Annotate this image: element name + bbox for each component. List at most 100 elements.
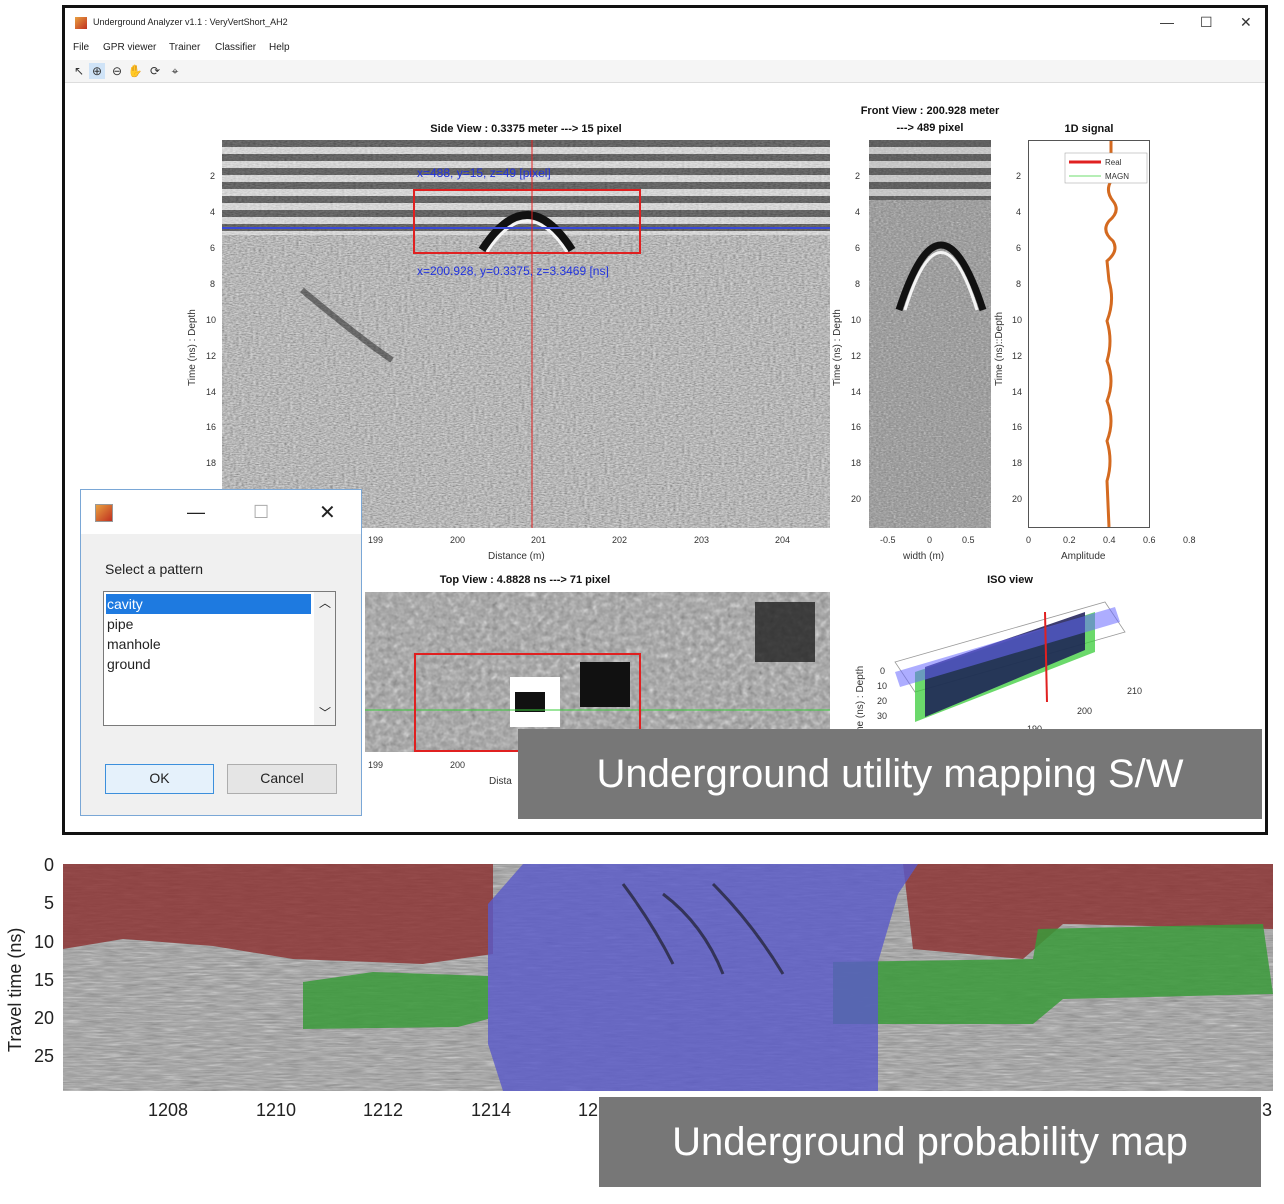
dialog-prompt: Select a pattern — [105, 561, 204, 577]
list-item-manhole[interactable]: manhole — [106, 634, 311, 654]
window-title: Underground Analyzer v1.1 : VeryVertShor… — [93, 17, 288, 27]
list-item-cavity[interactable]: cavity — [106, 594, 311, 614]
side-view-ytick: 18 — [206, 458, 217, 468]
dialog-close-button[interactable]: ✕ — [319, 500, 336, 525]
iso-view-ztick: 20 — [877, 696, 887, 706]
select-pattern-dialog: — ☐ ✕ Select a pattern cavity pipe manho… — [80, 489, 362, 816]
signal-xtick: 0.4 — [1103, 535, 1116, 545]
zoom-in-icon[interactable]: ⊕ — [89, 63, 105, 79]
toolbar: ↖ ⊕ ⊖ ✋ ⟳ ⌖ — [65, 60, 1265, 83]
side-view-radargram: x=488, y=15, z=49 [pixel] x=200.928, y=0… — [222, 140, 830, 528]
side-view-ytick: 2 — [210, 171, 216, 181]
signal-plot[interactable]: Real MAGN — [1028, 140, 1150, 528]
chevron-down-icon[interactable]: ﹀ — [319, 704, 331, 721]
prob-map-plot[interactable] — [63, 864, 1273, 1091]
prob-map-xtick: 1208 — [148, 1100, 189, 1120]
iso-view-plot[interactable]: 0 10 20 30 210 200 190 — [865, 592, 1155, 734]
signal-ylabel: Time (ns)::Depth — [994, 311, 1005, 386]
front-view-ytick: 18 — [851, 458, 862, 468]
signal-ytick: 14 — [1012, 387, 1023, 397]
iso-view-xtick: 200 — [1077, 706, 1092, 716]
signal-ytick: 12 — [1012, 351, 1023, 361]
prob-map-ytick: 5 — [44, 893, 55, 913]
front-view-title: Front View : 200.928 meter — [860, 105, 1000, 117]
top-view-xlabel: Dista — [489, 776, 512, 787]
side-view-xtick: 199 — [368, 535, 384, 545]
app-logo-icon — [95, 504, 113, 522]
iso-view-xtick: 210 — [1127, 686, 1142, 696]
menu-trainer[interactable]: Trainer — [169, 42, 200, 53]
side-view-ytick: 10 — [206, 315, 217, 325]
front-view-ytick: 12 — [851, 351, 862, 361]
cancel-button[interactable]: Cancel — [227, 764, 337, 794]
listbox-scrollbar[interactable]: ︿ ﹀ — [314, 592, 335, 725]
prob-map-ytick: 0 — [44, 855, 55, 875]
iso-view-ztick: 30 — [877, 711, 887, 721]
signal-ytick: 6 — [1016, 243, 1022, 253]
prob-map-ytick: 25 — [34, 1046, 55, 1066]
prob-map-ytick: 20 — [34, 1008, 55, 1028]
list-item-pipe[interactable]: pipe — [106, 614, 311, 634]
prob-map-image — [63, 864, 1273, 1091]
front-view-ytick: 10 — [851, 315, 862, 325]
side-view-xtick: 200 — [450, 535, 466, 545]
dialog-maximize-button[interactable]: ☐ — [253, 502, 269, 523]
side-view-ytick: 8 — [210, 279, 216, 289]
top-view-plot[interactable] — [365, 592, 830, 752]
menu-file[interactable]: File — [73, 42, 89, 53]
side-view-ytick: 4 — [210, 207, 216, 217]
front-view-ytick: 6 — [855, 243, 861, 253]
prob-map-xtick: 1214 — [471, 1100, 512, 1120]
menu-gpr-viewer[interactable]: GPR viewer — [103, 42, 156, 53]
rotate-icon[interactable]: ⟳ — [147, 63, 163, 79]
data-cursor-icon[interactable]: ⌖ — [167, 63, 183, 79]
side-view-xtick: 203 — [694, 535, 710, 545]
pattern-listbox[interactable]: cavity pipe manhole ground ︿ ﹀ — [103, 591, 336, 726]
side-view-annotation-top: x=488, y=15, z=49 [pixel] — [417, 166, 551, 180]
pan-icon[interactable]: ✋ — [127, 63, 143, 79]
side-view-title: Side View : 0.3375 meter ---> 15 pixel — [430, 123, 622, 135]
side-view-ytick: 12 — [206, 351, 217, 361]
ok-button[interactable]: OK — [105, 764, 214, 794]
menu-help[interactable]: Help — [269, 42, 290, 53]
chevron-up-icon[interactable]: ︿ — [319, 594, 331, 611]
caption-software: Underground utility mapping S/W — [518, 729, 1262, 819]
legend-magn: MAGN — [1105, 172, 1129, 181]
app-logo-icon — [75, 17, 87, 29]
side-view-xtick: 201 — [531, 535, 547, 545]
list-item-ground[interactable]: ground — [106, 654, 311, 674]
side-view-xlabel: Distance (m) — [488, 551, 545, 562]
prob-map-xtick: 1210 — [256, 1100, 297, 1120]
signal-ytick: 16 — [1012, 422, 1023, 432]
signal-xtick: 0.6 — [1143, 535, 1156, 545]
signal-ytick: 8 — [1016, 279, 1022, 289]
side-view-xtick: 204 — [775, 535, 791, 545]
caption-probability-map: Underground probability map — [599, 1097, 1261, 1187]
prob-map-ytick: 10 — [34, 932, 55, 952]
side-view-plot[interactable]: x=488, y=15, z=49 [pixel] x=200.928, y=0… — [222, 140, 830, 528]
iso-view-title: ISO view — [987, 574, 1033, 586]
maximize-button[interactable]: ☐ — [1200, 14, 1213, 31]
side-view-ylabel: Time (ns) : Depth — [187, 309, 198, 386]
top-view-xtick: 199 — [368, 760, 384, 770]
menu-bar: File GPR viewer Trainer Classifier Help — [65, 38, 1265, 58]
front-view-xlabel: width (m) — [903, 551, 945, 562]
menu-classifier[interactable]: Classifier — [215, 42, 256, 53]
signal-ytick: 10 — [1012, 315, 1023, 325]
front-view-subtitle: ---> 489 pixel — [896, 122, 964, 134]
dialog-minimize-button[interactable]: — — [187, 502, 205, 523]
close-button[interactable]: ✕ — [1240, 14, 1252, 31]
probability-map: Travel time (ns) 0 5 10 15 20 25 1208 12… — [0, 845, 1284, 1204]
front-view-xtick: -0.5 — [880, 535, 896, 545]
front-view-plot[interactable] — [869, 140, 991, 528]
top-view-image — [365, 592, 830, 752]
signal-xtick: 0.2 — [1063, 535, 1076, 545]
signal-chart: Real MAGN — [1064, 141, 1148, 528]
front-view-xtick: 0 — [927, 535, 933, 545]
front-view-ytick: 8 — [855, 279, 861, 289]
minimize-button[interactable]: — — [1160, 14, 1174, 30]
title-bar: Underground Analyzer v1.1 : VeryVertShor… — [65, 8, 1265, 38]
front-view-xtick: 0.5 — [962, 535, 975, 545]
pointer-icon[interactable]: ↖ — [71, 63, 87, 79]
zoom-out-icon[interactable]: ⊖ — [109, 63, 125, 79]
